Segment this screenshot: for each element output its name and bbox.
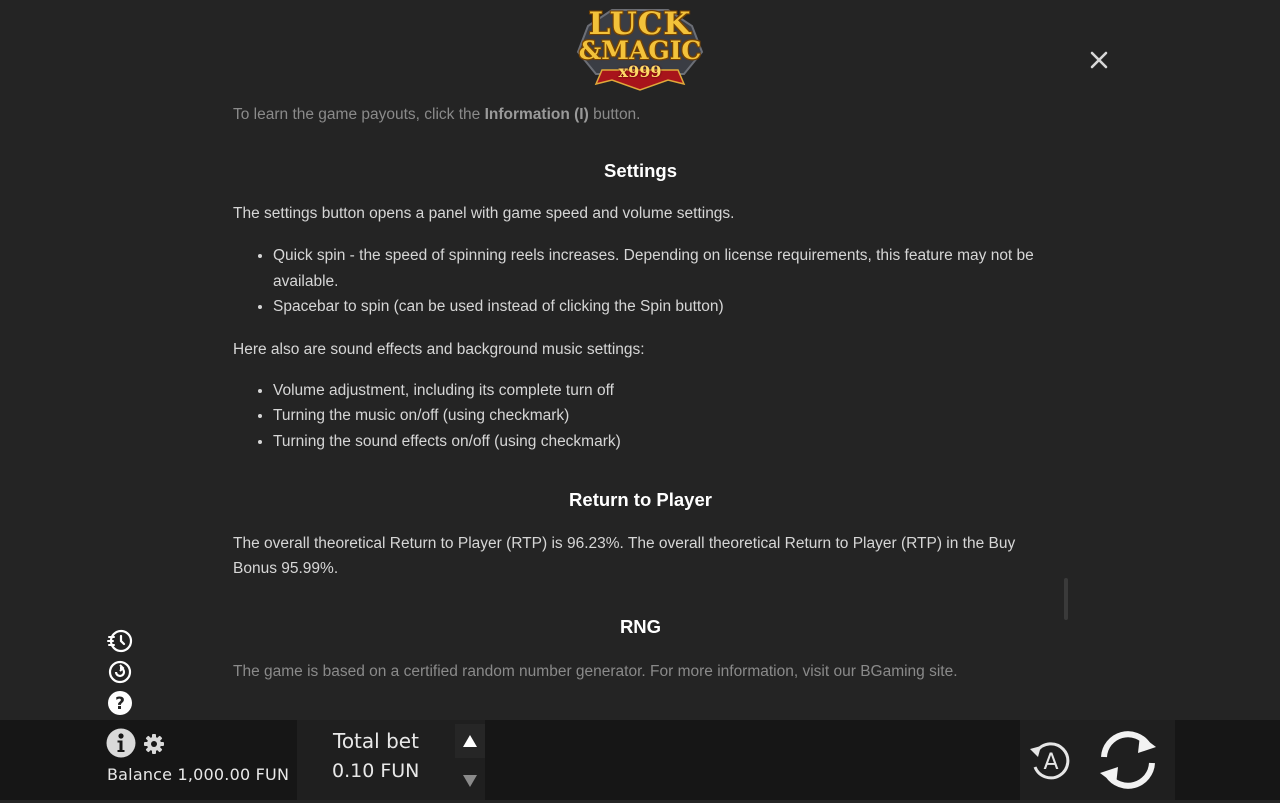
rng-heading: RNG xyxy=(619,616,662,637)
info-button[interactable] xyxy=(106,728,136,758)
help-icon: ? xyxy=(108,691,132,715)
spin-icon xyxy=(1100,731,1156,789)
list-item: Spacebar to spin (can be used instead of… xyxy=(273,294,1048,320)
game-logo: LUCK &MAGIC x999 xyxy=(572,4,708,96)
total-bet-label: Total bet xyxy=(333,729,419,753)
turbo-button[interactable] xyxy=(107,628,133,654)
rtp-heading: Return to Player xyxy=(569,489,712,510)
rtp-description: The overall theoretical Return to Player… xyxy=(233,535,1016,577)
turbo-icon xyxy=(107,629,133,653)
rng-description: The game is based on a certified random … xyxy=(233,663,958,680)
spin-button[interactable] xyxy=(1094,727,1162,793)
bet-decrease-button[interactable] xyxy=(455,764,485,798)
payouts-intro: To learn the game payouts, click the Inf… xyxy=(233,106,641,123)
triangle-up-icon xyxy=(463,735,477,747)
history-button[interactable] xyxy=(107,659,133,685)
settings-description: The settings button opens a panel with g… xyxy=(233,205,735,222)
list-item: Volume adjustment, including its complet… xyxy=(273,378,1048,404)
history-icon xyxy=(108,660,132,684)
close-button[interactable] xyxy=(1087,48,1111,72)
close-icon xyxy=(1090,51,1108,69)
list-item: Turning the sound effects on/off (using … xyxy=(273,429,1048,455)
info-icon xyxy=(106,728,136,758)
balance-display: Balance 1,000.00 FUN xyxy=(107,765,290,784)
rules-content[interactable]: To learn the game payouts, click the Inf… xyxy=(233,100,1048,700)
scrollbar-thumb[interactable] xyxy=(1064,578,1068,620)
help-button[interactable]: ? xyxy=(107,690,133,716)
sound-settings-list: Volume adjustment, including its complet… xyxy=(233,378,1048,455)
list-item: Quick spin - the speed of spinning reels… xyxy=(273,243,1048,294)
autoplay-icon: A xyxy=(1030,742,1070,780)
logo-text-multiplier: x999 xyxy=(618,62,662,81)
svg-text:?: ? xyxy=(115,694,125,714)
sound-settings-description: Here also are sound effects and backgrou… xyxy=(233,340,645,358)
triangle-down-icon xyxy=(463,775,477,787)
settings-heading: Settings xyxy=(604,160,677,181)
settings-list: Quick spin - the speed of spinning reels… xyxy=(233,243,1048,320)
total-bet-value: 0.10 FUN xyxy=(332,760,420,782)
logo-text-magic: &MAGIC xyxy=(578,36,702,65)
svg-text:A: A xyxy=(1043,750,1058,775)
information-button-reference: Information (I) xyxy=(484,106,589,123)
bet-increase-button[interactable] xyxy=(455,724,485,758)
autoplay-button[interactable]: A xyxy=(1027,737,1075,785)
list-item: Turning the music on/off (using checkmar… xyxy=(273,403,1048,429)
gear-icon xyxy=(144,734,164,754)
settings-button[interactable] xyxy=(143,733,165,755)
